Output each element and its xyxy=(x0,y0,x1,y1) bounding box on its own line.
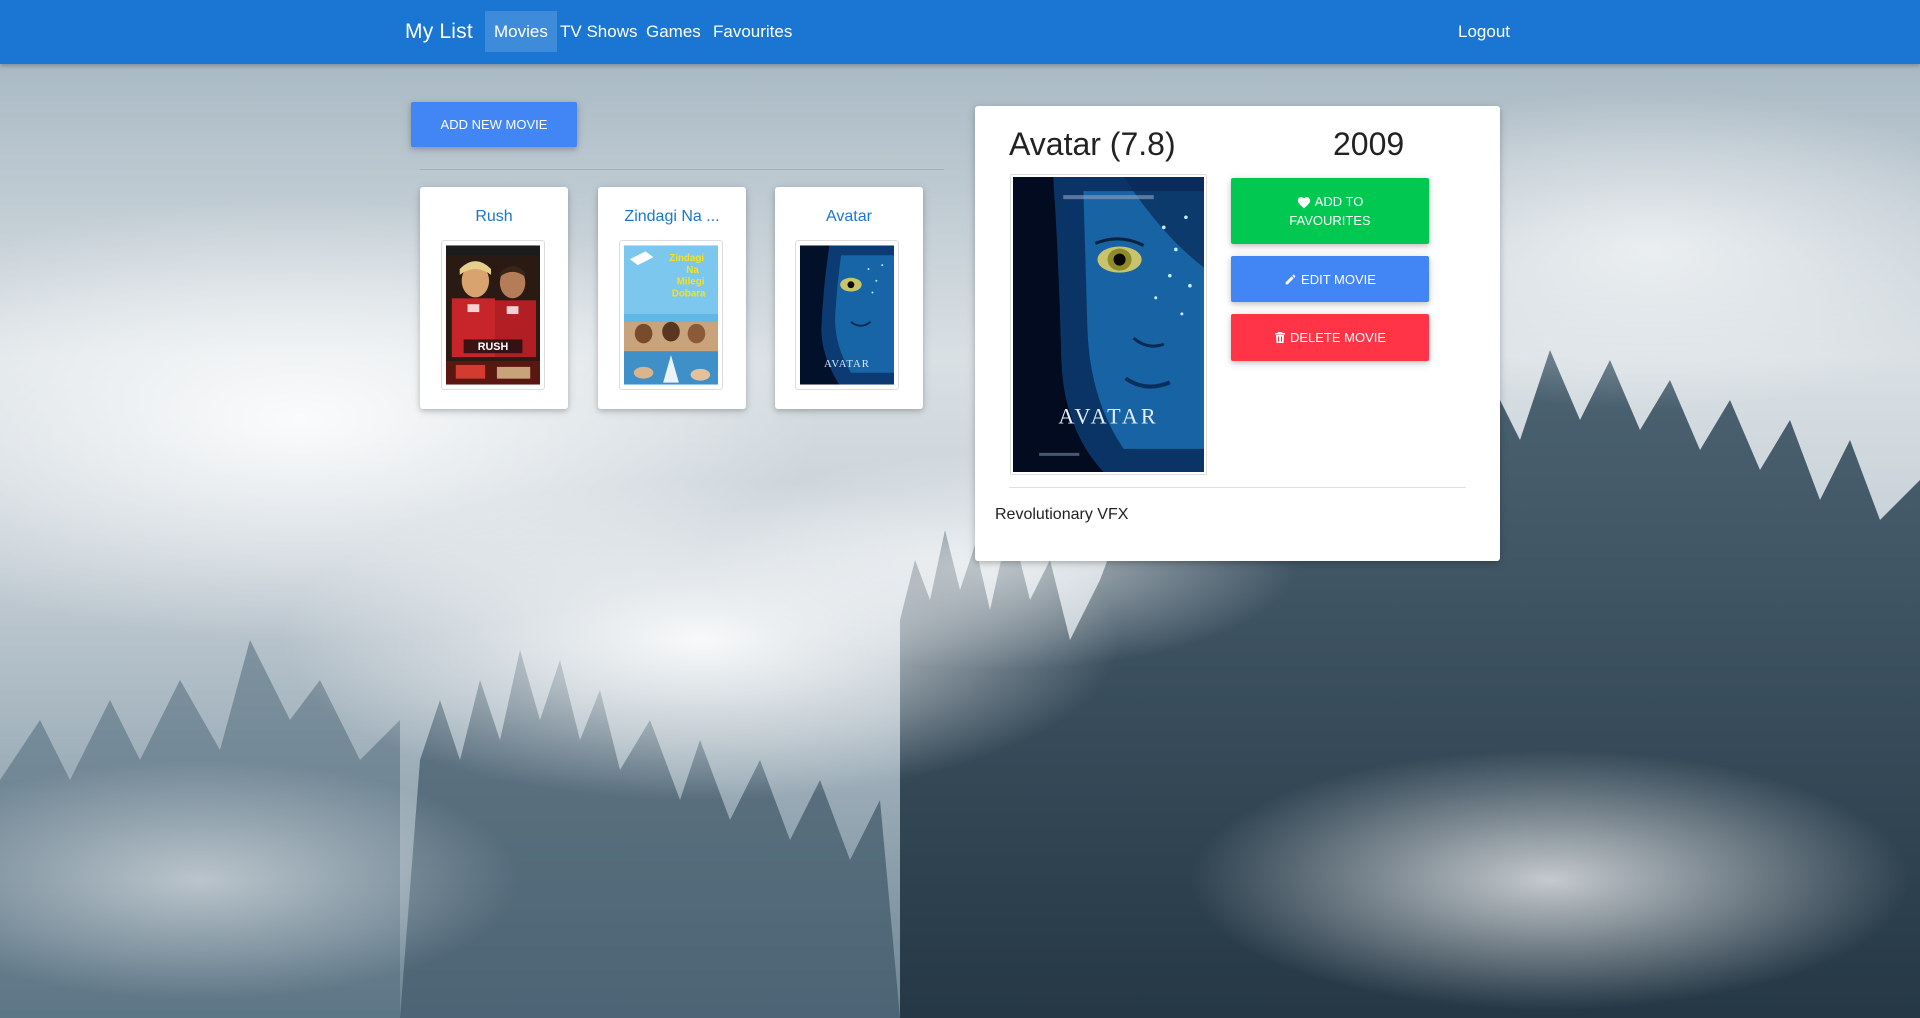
detail-title: Avatar (7.8) xyxy=(1009,126,1176,162)
movie-card-zindagi[interactable]: Zindagi Na ... Zindagi Na Milegi Dobara xyxy=(598,187,746,409)
delete-movie-label: DELETE MOVIE xyxy=(1289,330,1387,345)
svg-text:Dobara: Dobara xyxy=(672,288,706,299)
divider xyxy=(420,169,944,170)
zindagi-poster-icon: Zindagi Na Milegi Dobara xyxy=(624,245,718,385)
svg-text:AVATAR: AVATAR xyxy=(1058,404,1158,429)
detail-poster: AVATAR xyxy=(1010,174,1207,475)
edit-movie-button[interactable]: EDIT MOVIE xyxy=(1231,256,1429,302)
background-forest-image xyxy=(0,0,1920,1018)
movie-card-title[interactable]: Zindagi Na ... xyxy=(598,208,746,226)
delete-movie-button[interactable]: DELETE MOVIE xyxy=(1231,314,1429,361)
avatar-poster-icon: AVATAR xyxy=(800,245,894,385)
movie-card-avatar[interactable]: Avatar AVATAR xyxy=(775,187,923,409)
svg-text:AVATAR: AVATAR xyxy=(824,358,870,370)
nav-item-movies[interactable]: Movies xyxy=(485,11,557,52)
nav-item-games[interactable]: Games xyxy=(637,11,710,52)
heart-icon xyxy=(1297,197,1310,209)
pencil-icon xyxy=(1285,274,1296,284)
logout-link[interactable]: Logout xyxy=(1449,11,1519,52)
movie-card-title[interactable]: Avatar xyxy=(775,208,923,226)
movie-card-rush[interactable]: Rush RUSH xyxy=(420,187,568,409)
add-to-favourites-button[interactable]: ADD TO FAVOURITES xyxy=(1231,178,1429,244)
detail-description: Revolutionary VFX xyxy=(995,506,1129,523)
svg-text:Na: Na xyxy=(686,265,699,276)
avatar-poster-icon: AVATAR xyxy=(1013,177,1204,472)
divider xyxy=(1009,487,1466,488)
rush-poster-icon: RUSH xyxy=(446,245,540,385)
movie-thumbnail[interactable]: AVATAR xyxy=(795,240,899,390)
movie-thumbnail[interactable]: Zindagi Na Milegi Dobara xyxy=(619,240,723,390)
svg-text:Zindagi: Zindagi xyxy=(669,253,704,264)
movie-thumbnail[interactable]: RUSH xyxy=(441,240,545,390)
detail-year: 2009 xyxy=(1333,126,1405,162)
nav-item-tv-shows[interactable]: TV Shows xyxy=(551,11,646,52)
movie-card-title[interactable]: Rush xyxy=(420,208,568,226)
brand-logo[interactable]: My List xyxy=(405,20,473,44)
edit-movie-label: EDIT MOVIE xyxy=(1301,271,1376,287)
svg-text:Milegi: Milegi xyxy=(677,277,705,288)
trash-icon xyxy=(1274,332,1285,343)
movie-detail-panel: Avatar (7.8) 2009 AVATAR ADD TO FAVOURIT… xyxy=(975,106,1500,561)
add-new-movie-button[interactable]: ADD NEW MOVIE xyxy=(411,102,577,147)
top-navbar: My List Movies TV Shows Games Favourites… xyxy=(0,0,1920,64)
svg-text:RUSH: RUSH xyxy=(478,341,509,353)
nav-item-favourites[interactable]: Favourites xyxy=(704,11,801,52)
